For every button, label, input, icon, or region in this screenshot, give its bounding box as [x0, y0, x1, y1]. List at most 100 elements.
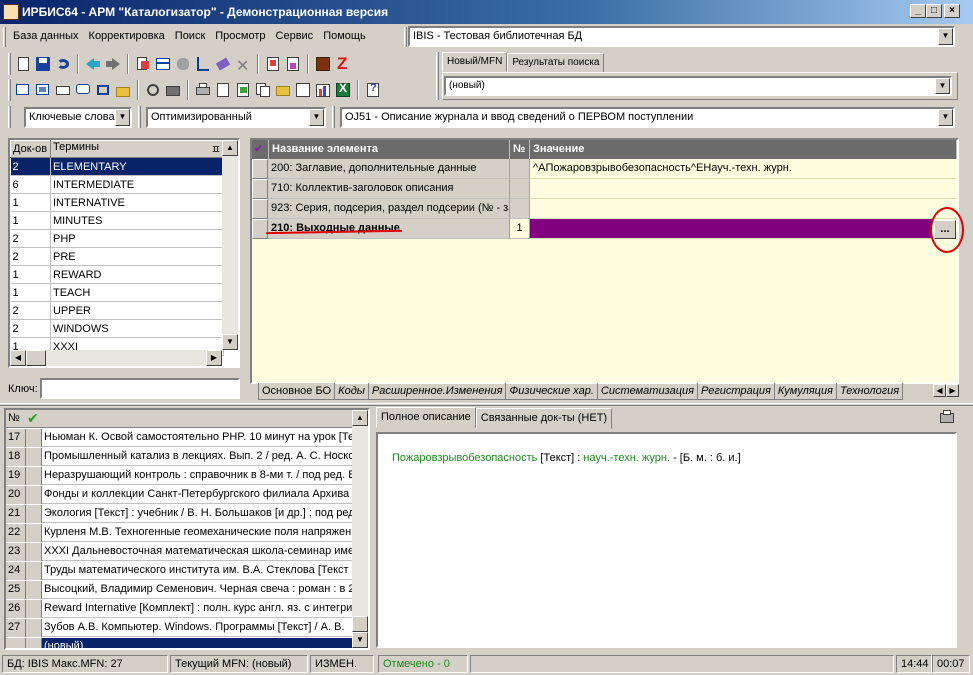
term-row[interactable]: 2 UPPER — [10, 301, 225, 320]
worksheet-grip[interactable] — [332, 106, 335, 128]
copy-icon[interactable] — [254, 81, 272, 99]
term-row[interactable]: 2 PRE — [10, 247, 225, 266]
worksheet-select[interactable]: OJ51 - Описание журнала и ввод сведений … — [340, 107, 955, 128]
grid-row[interactable]: 923: Серия, подсерия, раздел подсерии (№… — [252, 199, 957, 219]
tab-main-bo[interactable]: Основное БО — [258, 383, 336, 400]
column-header-element[interactable]: Название элемента — [269, 140, 510, 159]
pin-icon[interactable]: ㅍ — [211, 141, 221, 157]
column-header-count[interactable]: Док-ов — [10, 140, 51, 158]
term-row[interactable]: 1 INTERNATIVE — [10, 193, 225, 212]
record-row[interactable]: 27 Зубов А.В. Компьютер. Windows. Програм… — [6, 619, 356, 637]
tab-full-description[interactable]: Полное описание — [376, 407, 476, 428]
tab-systematization[interactable]: Систематизация — [597, 383, 698, 400]
check-icon[interactable]: ✔ — [252, 140, 269, 159]
tab-search-results[interactable]: Результаты поиска — [507, 53, 605, 73]
dictionary-select[interactable]: Ключевые слова ▼ — [24, 107, 132, 128]
scroll-down-icon[interactable]: ▼ — [352, 632, 368, 648]
tab-linked-documents[interactable]: Связанные док-ты (НЕТ) — [475, 408, 613, 429]
element-value-editor[interactable] — [530, 219, 932, 239]
menu-view[interactable]: Просмотр — [210, 27, 270, 45]
element-value[interactable] — [530, 179, 957, 199]
search-tree-icon[interactable] — [34, 81, 52, 99]
search-list-icon[interactable] — [14, 81, 32, 99]
database-select[interactable]: IBIS - Тестовая библиотечная БД ▼ — [408, 26, 955, 47]
term-row[interactable]: 6 INTERMEDIATE — [10, 175, 225, 194]
maximize-button[interactable]: □ — [926, 4, 942, 18]
undo-icon[interactable] — [54, 55, 72, 73]
term-row[interactable]: 2 WINDOWS — [10, 319, 225, 338]
mode-select[interactable]: Оптимизированный ▼ — [146, 107, 326, 128]
record-row[interactable]: 23 XXXI Дальневосточная математическая шк… — [6, 543, 356, 561]
close-button[interactable]: × — [944, 4, 960, 18]
key-input[interactable] — [40, 378, 240, 399]
term-row[interactable]: 1 TEACH — [10, 283, 225, 302]
chevron-down-icon[interactable]: ▼ — [935, 78, 950, 94]
archive-icon[interactable] — [164, 81, 182, 99]
filter-grip[interactable] — [8, 106, 11, 128]
help-icon[interactable]: ? — [364, 81, 382, 99]
calculator-icon[interactable] — [314, 55, 332, 73]
record-row[interactable]: 20 Фонды и коллекции Санкт-Петербургского… — [6, 486, 356, 504]
tree-icon[interactable] — [194, 55, 212, 73]
element-value[interactable]: ^AПожаровзрывобезопасность^EНауч.-техн. … — [530, 159, 957, 179]
folder-upload-icon[interactable] — [114, 81, 132, 99]
print-icon[interactable] — [194, 81, 212, 99]
term-row[interactable]: 2 ELEMENTARY — [10, 157, 225, 176]
database-icon[interactable] — [174, 55, 192, 73]
record-row[interactable]: 17 Ньюман К. Освой самостоятельно PHP. 10… — [6, 429, 356, 447]
record-select[interactable]: (новый) ▼ — [444, 76, 952, 96]
record-panel-grip[interactable] — [436, 52, 439, 100]
back-arrow-icon[interactable] — [84, 55, 102, 73]
element-value[interactable] — [530, 199, 957, 219]
check-icon[interactable]: ✔ — [27, 410, 39, 427]
chat-icon[interactable] — [74, 81, 92, 99]
horizontal-splitter[interactable] — [0, 403, 973, 406]
record-row[interactable]: 19 Неразрушающий контроль : справочник в … — [6, 467, 356, 485]
scroll-left-icon[interactable]: ◀ — [10, 350, 26, 366]
menu-help[interactable]: Помощь — [318, 27, 371, 45]
record-row-new[interactable]: (новый) — [6, 638, 356, 648]
record-row[interactable]: 25 Высоцкий, Владимир Семенович. Черная с… — [6, 581, 356, 599]
book-icon[interactable] — [294, 81, 312, 99]
report-icon[interactable] — [234, 81, 252, 99]
print-forms-icon[interactable] — [214, 81, 232, 99]
column-header-value[interactable]: Значение — [530, 140, 957, 159]
column-header-terms[interactable]: Термины ㅍ — [49, 140, 225, 158]
terms-vertical-scrollbar[interactable]: ▲ ▼ — [222, 140, 238, 350]
term-row[interactable]: 1 REWARD — [10, 265, 225, 284]
terms-list[interactable]: Док-ов Термины ㅍ 2 ELEMENTARY 6 INTERMEDIAT… — [8, 138, 240, 368]
record-row[interactable]: 22 Курленя М.В. Техногенные геомеханическ… — [6, 524, 356, 542]
chevron-down-icon[interactable]: ▼ — [115, 109, 130, 126]
scroll-right-icon[interactable]: ▶ — [206, 350, 222, 366]
record-list[interactable]: № ✔ 17 Ньюман К. Освой самостоятельно PHP… — [4, 408, 370, 650]
tab-codes[interactable]: Коды — [335, 383, 369, 400]
record-row[interactable]: 26 Reward Internative [Комплект] : полн. … — [6, 600, 356, 618]
copy-record-icon[interactable] — [134, 55, 152, 73]
chevron-down-icon[interactable]: ▼ — [309, 109, 324, 126]
statistics-icon[interactable] — [314, 81, 332, 99]
tab-extended-changes[interactable]: Расширенное.Изменения — [368, 383, 507, 400]
tab-scroll-right-icon[interactable]: ▶ — [946, 384, 959, 397]
db-grip[interactable] — [404, 27, 407, 47]
mode-grip[interactable] — [138, 106, 141, 128]
record-row[interactable]: 21 Экология [Текст] : учебник / В. Н. Бол… — [6, 505, 356, 523]
tab-new-mfn[interactable]: Новый/MFN — [442, 52, 508, 72]
menu-search[interactable]: Поиск — [170, 27, 210, 45]
menu-edit[interactable]: Корректировка — [84, 27, 170, 45]
scroll-thumb[interactable] — [352, 616, 368, 632]
minimize-button[interactable]: _ — [910, 4, 926, 18]
chevron-down-icon[interactable]: ▼ — [938, 109, 953, 126]
tab-registration[interactable]: Регистрация — [697, 383, 775, 400]
excel-icon[interactable]: X — [334, 81, 352, 99]
scroll-up-icon[interactable]: ▲ — [222, 140, 238, 156]
grid-row[interactable]: 710: Коллектив-заголовок описания — [252, 179, 957, 199]
scroll-up-icon[interactable]: ▲ — [352, 410, 368, 426]
scroll-thumb[interactable] — [26, 350, 46, 366]
open-folder-icon[interactable] — [274, 81, 292, 99]
grid-row-selected[interactable]: 210: Выходные данные 1 ... — [252, 219, 957, 239]
records-scrollbar[interactable]: ▲ ▼ — [352, 410, 368, 648]
print-preview-icon[interactable] — [144, 81, 162, 99]
tab-scroll-left-icon[interactable]: ◀ — [933, 384, 946, 397]
delete-icon[interactable]: ✕ — [234, 55, 252, 75]
mail-icon[interactable] — [54, 81, 72, 99]
